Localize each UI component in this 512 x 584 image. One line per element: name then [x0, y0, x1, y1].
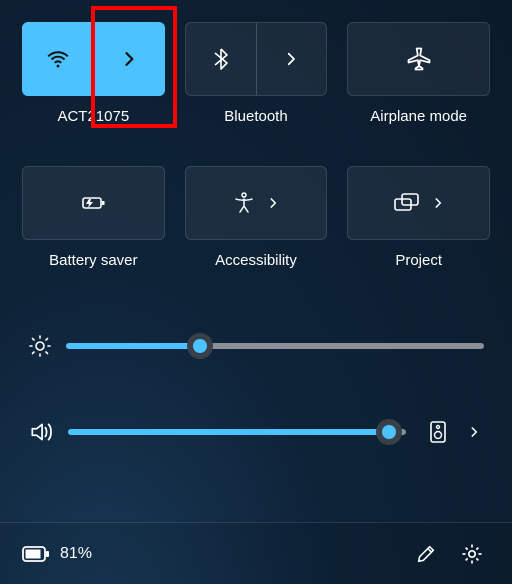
project-tile[interactable]	[347, 166, 490, 240]
bluetooth-label: Bluetooth	[224, 108, 287, 144]
speaker-device-icon	[428, 420, 448, 444]
volume-side	[420, 414, 484, 450]
accessibility-label: Accessibility	[215, 252, 297, 288]
brightness-row	[28, 334, 484, 358]
edit-button[interactable]	[408, 536, 444, 572]
wifi-label: ACT21075	[57, 108, 129, 144]
battery-percent: 81%	[60, 545, 92, 563]
accessibility-tile[interactable]	[185, 166, 328, 240]
chevron-right-icon	[431, 196, 445, 210]
airplane-label: Airplane mode	[370, 108, 467, 144]
quick-settings-panel: ACT21075 Bluetooth	[0, 0, 512, 450]
brightness-thumb[interactable]	[187, 333, 213, 359]
pencil-icon	[415, 543, 437, 565]
wifi-toggle[interactable]	[23, 23, 93, 95]
volume-slider[interactable]	[68, 429, 406, 435]
footer-bar: 81%	[0, 522, 512, 584]
tiles-grid: ACT21075 Bluetooth	[22, 22, 490, 288]
volume-row	[28, 414, 484, 450]
wifi-icon	[45, 46, 71, 72]
project-icon	[393, 192, 421, 214]
volume-thumb[interactable]	[376, 419, 402, 445]
sliders-area	[22, 334, 490, 450]
bluetooth-tile[interactable]	[185, 22, 328, 96]
bluetooth-tile-wrap: Bluetooth	[185, 22, 328, 144]
brightness-fill	[66, 343, 200, 349]
wifi-tile[interactable]	[22, 22, 165, 96]
battery-icon	[22, 545, 50, 563]
battery-saver-icon	[78, 191, 108, 215]
battery-saver-tile-wrap: Battery saver	[22, 166, 165, 288]
settings-button[interactable]	[454, 536, 490, 572]
bluetooth-expand[interactable]	[256, 23, 327, 95]
wifi-tile-wrap: ACT21075	[22, 22, 165, 144]
volume-fill	[68, 429, 389, 435]
battery-saver-tile[interactable]	[22, 166, 165, 240]
chevron-right-icon	[119, 49, 139, 69]
gear-icon	[460, 542, 484, 566]
volume-icon	[28, 419, 54, 445]
airplane-icon	[405, 45, 433, 73]
bluetooth-toggle[interactable]	[186, 23, 256, 95]
wifi-expand[interactable]	[93, 23, 164, 95]
bluetooth-icon	[209, 47, 233, 71]
volume-expand[interactable]	[464, 414, 484, 450]
brightness-icon	[28, 334, 52, 358]
accessibility-icon	[232, 191, 256, 215]
chevron-right-icon	[467, 425, 481, 439]
chevron-right-icon	[266, 196, 280, 210]
airplane-tile-wrap: Airplane mode	[347, 22, 490, 144]
brightness-slider[interactable]	[66, 343, 484, 349]
project-tile-wrap: Project	[347, 166, 490, 288]
battery-saver-label: Battery saver	[49, 252, 137, 288]
chevron-right-icon	[282, 50, 300, 68]
airplane-tile[interactable]	[347, 22, 490, 96]
audio-output-button[interactable]	[420, 414, 456, 450]
project-label: Project	[395, 252, 442, 288]
accessibility-tile-wrap: Accessibility	[185, 166, 328, 288]
